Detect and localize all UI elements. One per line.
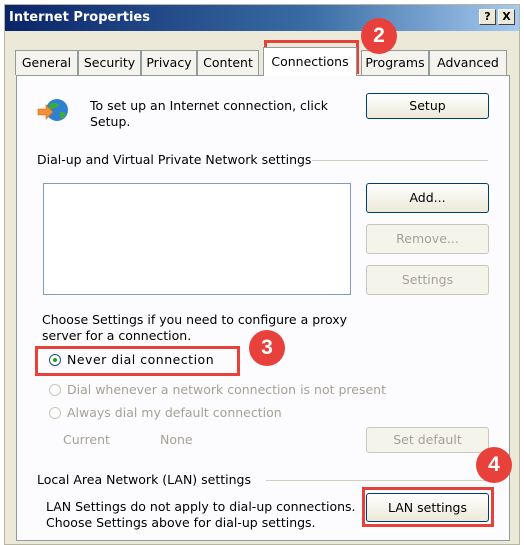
setup-button[interactable]: Setup [366,93,489,119]
tab-content[interactable]: Content [197,50,259,75]
lan-group-divider [266,480,488,481]
radio-always-dial[interactable] [49,407,61,419]
step-4-badge: 4 [476,447,512,483]
network-globe-icon [36,96,72,126]
setup-text-line2: Setup. [90,114,131,129]
highlight-never-dial [35,346,240,376]
settings-button[interactable]: Settings [366,265,489,295]
dialup-group-divider [312,160,488,161]
current-value: None [160,432,193,447]
radio-dial-whenever[interactable] [49,384,61,396]
dialup-group-label: Dial-up and Virtual Private Network sett… [37,152,312,167]
radio-always-dial-label[interactable]: Always dial my default connection [67,405,282,420]
radio-dial-whenever-label[interactable]: Dial whenever a network connection is no… [67,382,386,397]
tab-general[interactable]: General [15,50,78,75]
add-button[interactable]: Add... [366,183,489,213]
proxy-text-line1: Choose Settings if you need to configure… [42,312,348,327]
lan-text-line2: Choose Settings above for dial-up settin… [46,515,316,530]
close-button[interactable]: X [498,9,515,25]
lan-group-label: Local Area Network (LAN) settings [37,472,252,487]
remove-button[interactable]: Remove... [366,224,489,254]
connections-listbox[interactable] [43,183,351,295]
tab-security[interactable]: Security [78,50,141,75]
current-label: Current [63,432,110,447]
lan-text-line1: LAN Settings do not apply to dial-up con… [46,499,356,514]
help-button[interactable]: ? [479,9,496,25]
highlight-lan-settings [362,487,494,527]
window-title: Internet Properties [9,10,150,25]
step-2-badge: 2 [361,18,397,54]
proxy-text-line2: server for a connection. [42,328,192,343]
title-bar[interactable]: Internet Properties ? X [5,5,519,31]
tab-programs[interactable]: Programs [361,50,429,75]
step-3-badge: 3 [249,330,285,366]
tab-connections[interactable]: Connections [263,47,357,76]
tab-privacy[interactable]: Privacy [141,50,197,75]
setup-text-line1: To set up an Internet connection, click [90,98,328,113]
tab-advanced[interactable]: Advanced [429,50,507,75]
set-default-button[interactable]: Set default [366,427,489,453]
